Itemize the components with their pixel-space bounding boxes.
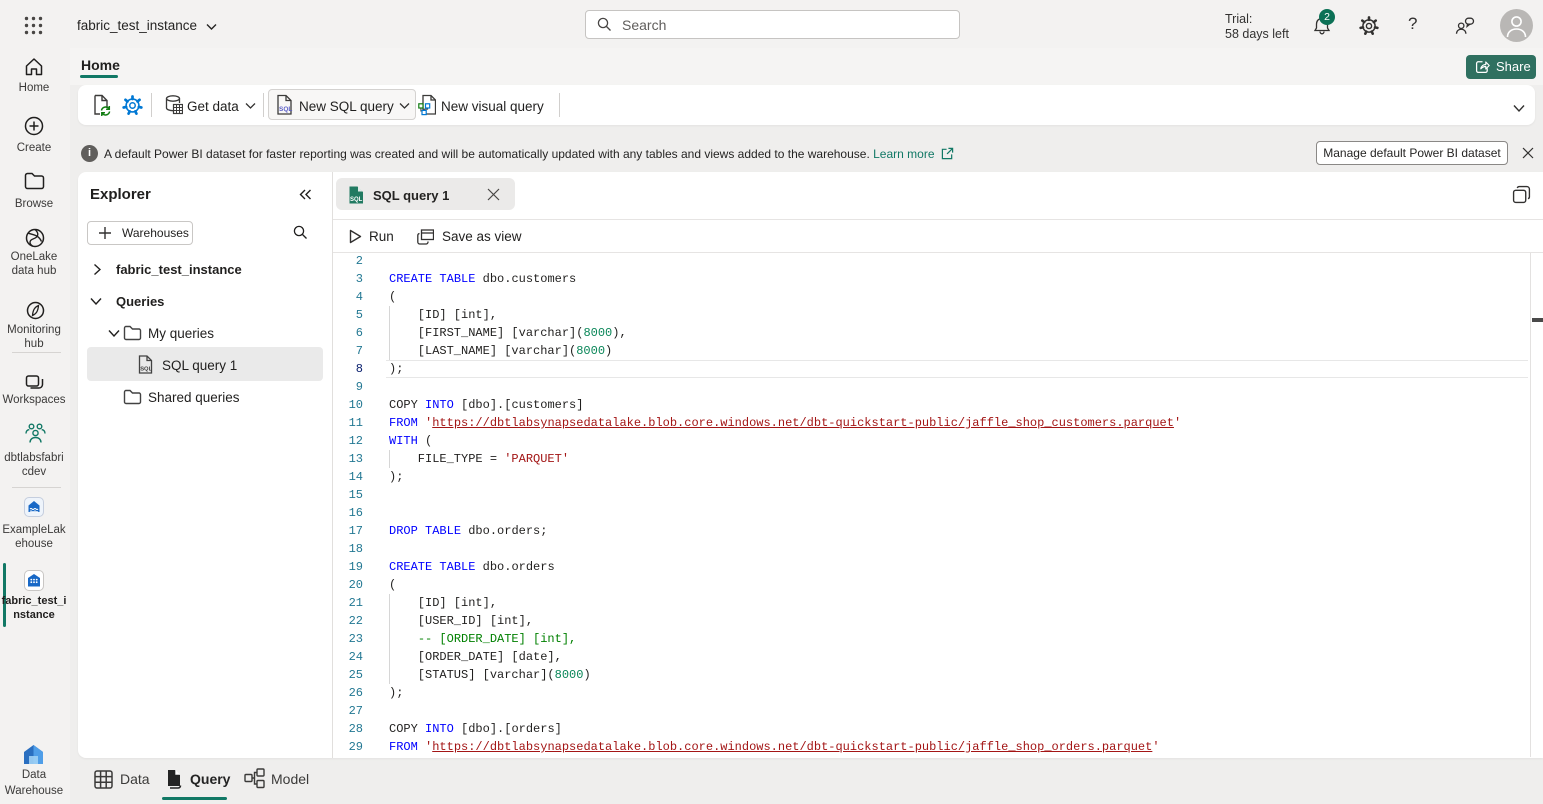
svg-text:SQL: SQL bbox=[350, 197, 363, 203]
svg-text:SQL: SQL bbox=[140, 367, 152, 373]
svg-text:SQL: SQL bbox=[279, 106, 292, 113]
